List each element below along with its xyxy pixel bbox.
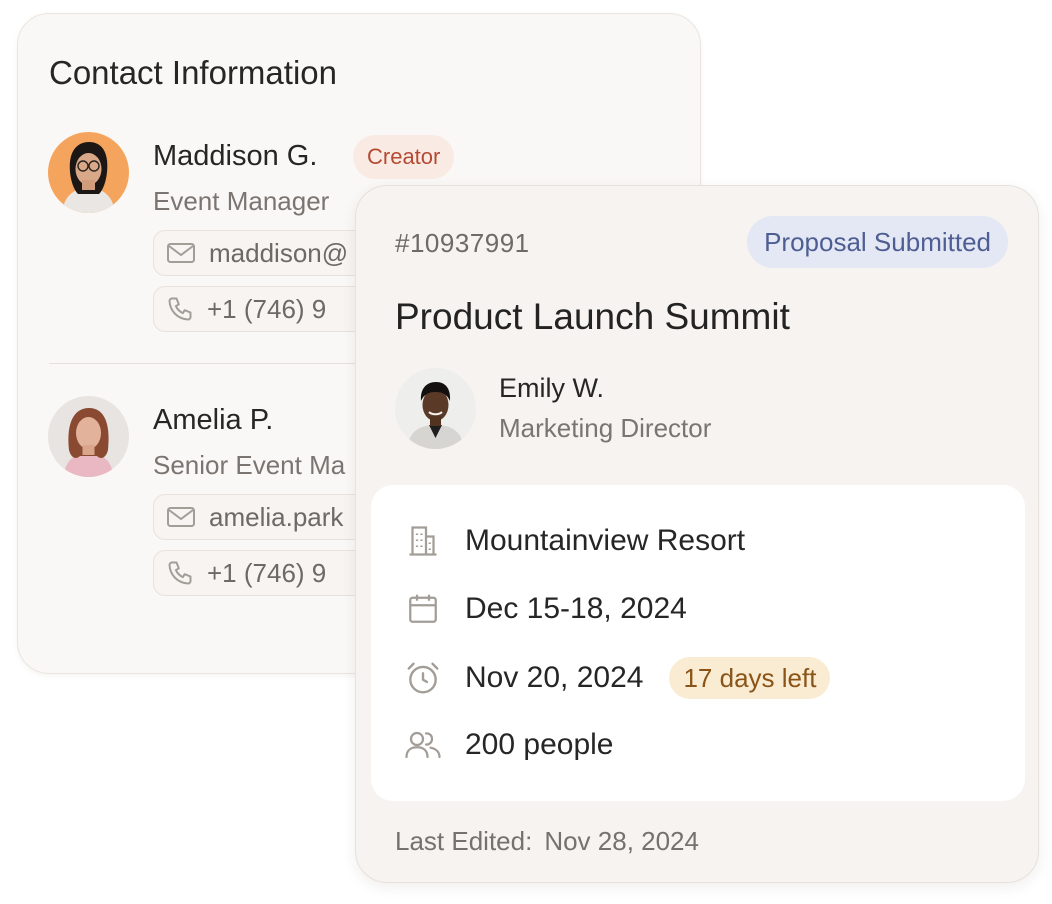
contact-name-maddison: Maddison G. — [153, 140, 318, 172]
building-icon — [403, 521, 443, 561]
detail-venue: Mountainview Resort — [403, 521, 745, 561]
alarm-clock-icon — [403, 658, 443, 698]
event-title: Product Launch Summit — [395, 296, 790, 337]
people-icon — [403, 725, 443, 765]
avatar-emily[interactable] — [395, 368, 476, 449]
contact-role-maddison: Event Manager — [153, 186, 330, 216]
event-card[interactable]: #10937991 Proposal Submitted Product Lau… — [355, 185, 1039, 883]
event-id: #10937991 — [395, 228, 530, 258]
email-text: amelia.park — [209, 501, 344, 532]
last-edited: Last Edited: Nov 28, 2024 — [395, 826, 699, 857]
host-role: Marketing Director — [499, 413, 712, 443]
detail-dates: Dec 15-18, 2024 — [403, 589, 687, 629]
detail-attendees: 200 people — [403, 725, 613, 765]
contact-name-amelia: Amelia P. — [153, 404, 274, 436]
event-details: Mountainview Resort Dec 15-18, 2024 Nov … — [371, 485, 1025, 801]
phone-icon — [168, 297, 192, 321]
contact-card-title: Contact Information — [49, 54, 337, 91]
last-edited-label: Last Edited: — [395, 826, 533, 856]
avatar-amelia[interactable] — [48, 396, 129, 477]
phone-text: +1 (746) 9 — [207, 557, 327, 588]
creator-badge: Creator — [353, 135, 455, 179]
days-left-badge: 17 days left — [669, 657, 831, 699]
phone-text: +1 (746) 9 — [207, 293, 327, 324]
host-name: Emily W. — [499, 373, 604, 403]
calendar-icon — [403, 589, 443, 629]
dates-text: Dec 15-18, 2024 — [465, 592, 687, 625]
mail-icon — [167, 243, 195, 263]
mail-icon — [167, 507, 195, 527]
status-badge: Proposal Submitted — [747, 216, 1008, 268]
detail-deadline: Nov 20, 2024 17 days left — [403, 657, 831, 699]
email-text: maddison@ — [209, 237, 349, 268]
attendees-text: 200 people — [465, 728, 614, 761]
last-edited-value: Nov 28, 2024 — [544, 826, 699, 856]
phone-icon — [168, 561, 192, 585]
venue-text: Mountainview Resort — [465, 524, 746, 557]
deadline-text: Nov 20, 2024 — [465, 661, 644, 694]
contact-role-amelia: Senior Event Ma — [153, 450, 346, 480]
avatar-maddison[interactable] — [48, 132, 129, 213]
